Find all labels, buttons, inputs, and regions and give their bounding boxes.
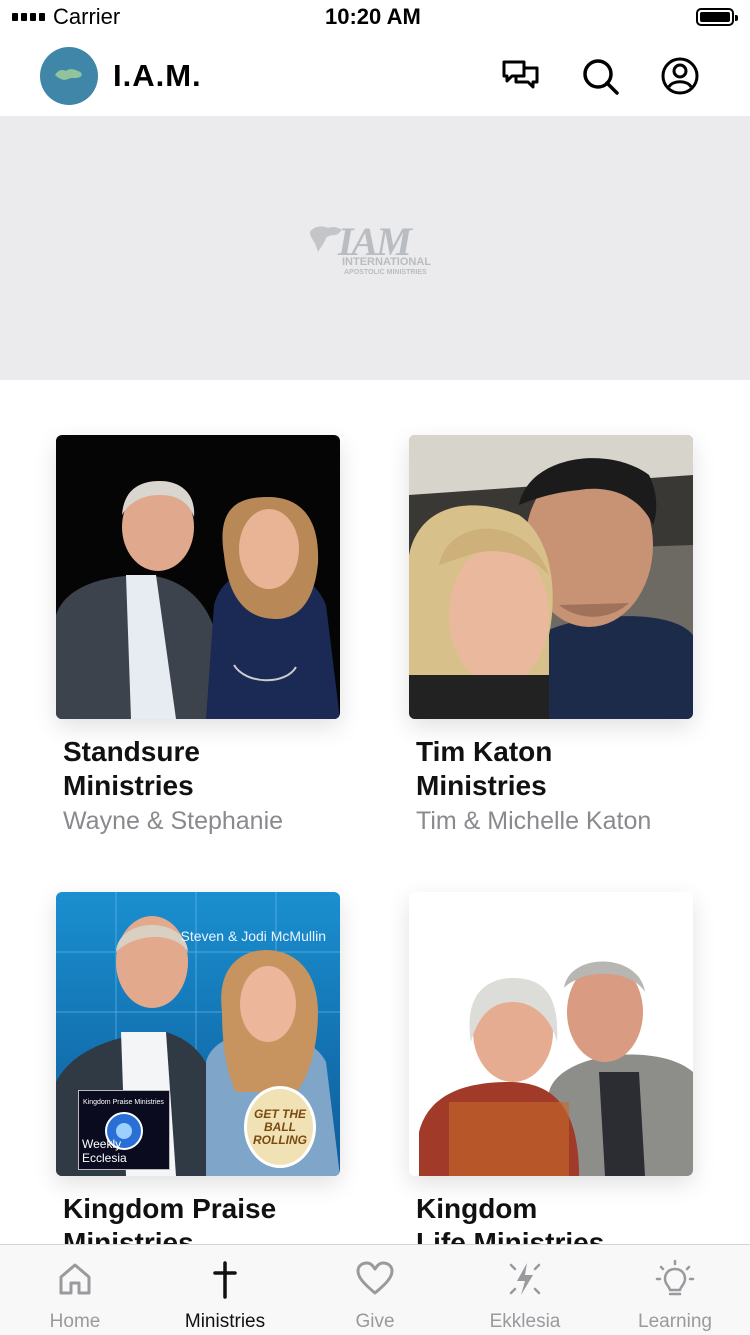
search-button[interactable]	[580, 56, 620, 96]
battery-icon	[696, 8, 738, 26]
carrier-label: Carrier	[53, 4, 121, 29]
ministry-photo	[409, 892, 693, 1176]
ministry-card-tim-katon[interactable]: Tim Katon Ministries Tim & Michelle Kato…	[409, 435, 695, 837]
heart-icon	[355, 1259, 395, 1299]
image-caption: Steven & Jodi McMullin	[180, 928, 326, 944]
iam-banner-logo: IAM INTERNATIONAL APOSTOLIC MINISTRIES	[308, 218, 444, 280]
chat-icon	[502, 60, 539, 89]
spark-icon	[505, 1259, 545, 1299]
carrier-indicator: Carrier	[12, 4, 120, 30]
tab-learning[interactable]: Learning	[600, 1245, 750, 1335]
tab-home[interactable]: Home	[0, 1245, 150, 1335]
ministry-title: Standsure Ministries	[63, 736, 200, 801]
signal-icon	[12, 13, 45, 21]
cross-icon	[205, 1259, 245, 1299]
tab-give[interactable]: Give	[300, 1245, 450, 1335]
ministry-card-kingdom-praise[interactable]: Steven & Jodi McMullin Kingdom Praise Mi…	[56, 892, 342, 1260]
user-circle-icon	[661, 57, 699, 95]
ministry-card-kingdom-life[interactable]: Kingdom Life Ministries	[409, 892, 695, 1260]
ministry-card-standsure[interactable]: Standsure Ministries Wayne & Stephanie	[56, 435, 342, 837]
tab-ekklesia[interactable]: Ekklesia	[450, 1245, 600, 1335]
status-bar: Carrier 10:20 AM	[0, 0, 750, 34]
ministry-photo	[409, 435, 693, 719]
app-header: I.A.M.	[0, 34, 750, 116]
tab-ministries[interactable]: Ministries	[150, 1245, 300, 1335]
ministry-photo: Steven & Jodi McMullin Kingdom Praise Mi…	[56, 892, 340, 1176]
app-title: I.A.M.	[113, 58, 202, 93]
chat-button[interactable]	[500, 56, 540, 96]
ball-rolling-badge: GET THE BALL ROLLING	[244, 1086, 316, 1168]
tab-bar: Home Ministries Give Ekklesia Learning	[0, 1244, 750, 1335]
search-icon	[583, 59, 619, 95]
clock: 10:20 AM	[325, 4, 421, 29]
ministry-photo	[56, 435, 340, 719]
app-logo[interactable]	[40, 47, 98, 105]
globe-logo-icon	[55, 69, 82, 80]
profile-button[interactable]	[660, 56, 700, 96]
ministry-subtitle: Wayne & Stephanie	[63, 807, 284, 835]
home-icon	[55, 1259, 95, 1299]
ministry-title: Tim Katon Ministries	[416, 736, 553, 801]
weekly-ecclesia-badge: Kingdom Praise Ministries Weekly Ecclesi…	[78, 1090, 170, 1170]
ministry-subtitle: Tim & Michelle Katon	[416, 807, 652, 835]
lightbulb-icon	[655, 1259, 695, 1299]
